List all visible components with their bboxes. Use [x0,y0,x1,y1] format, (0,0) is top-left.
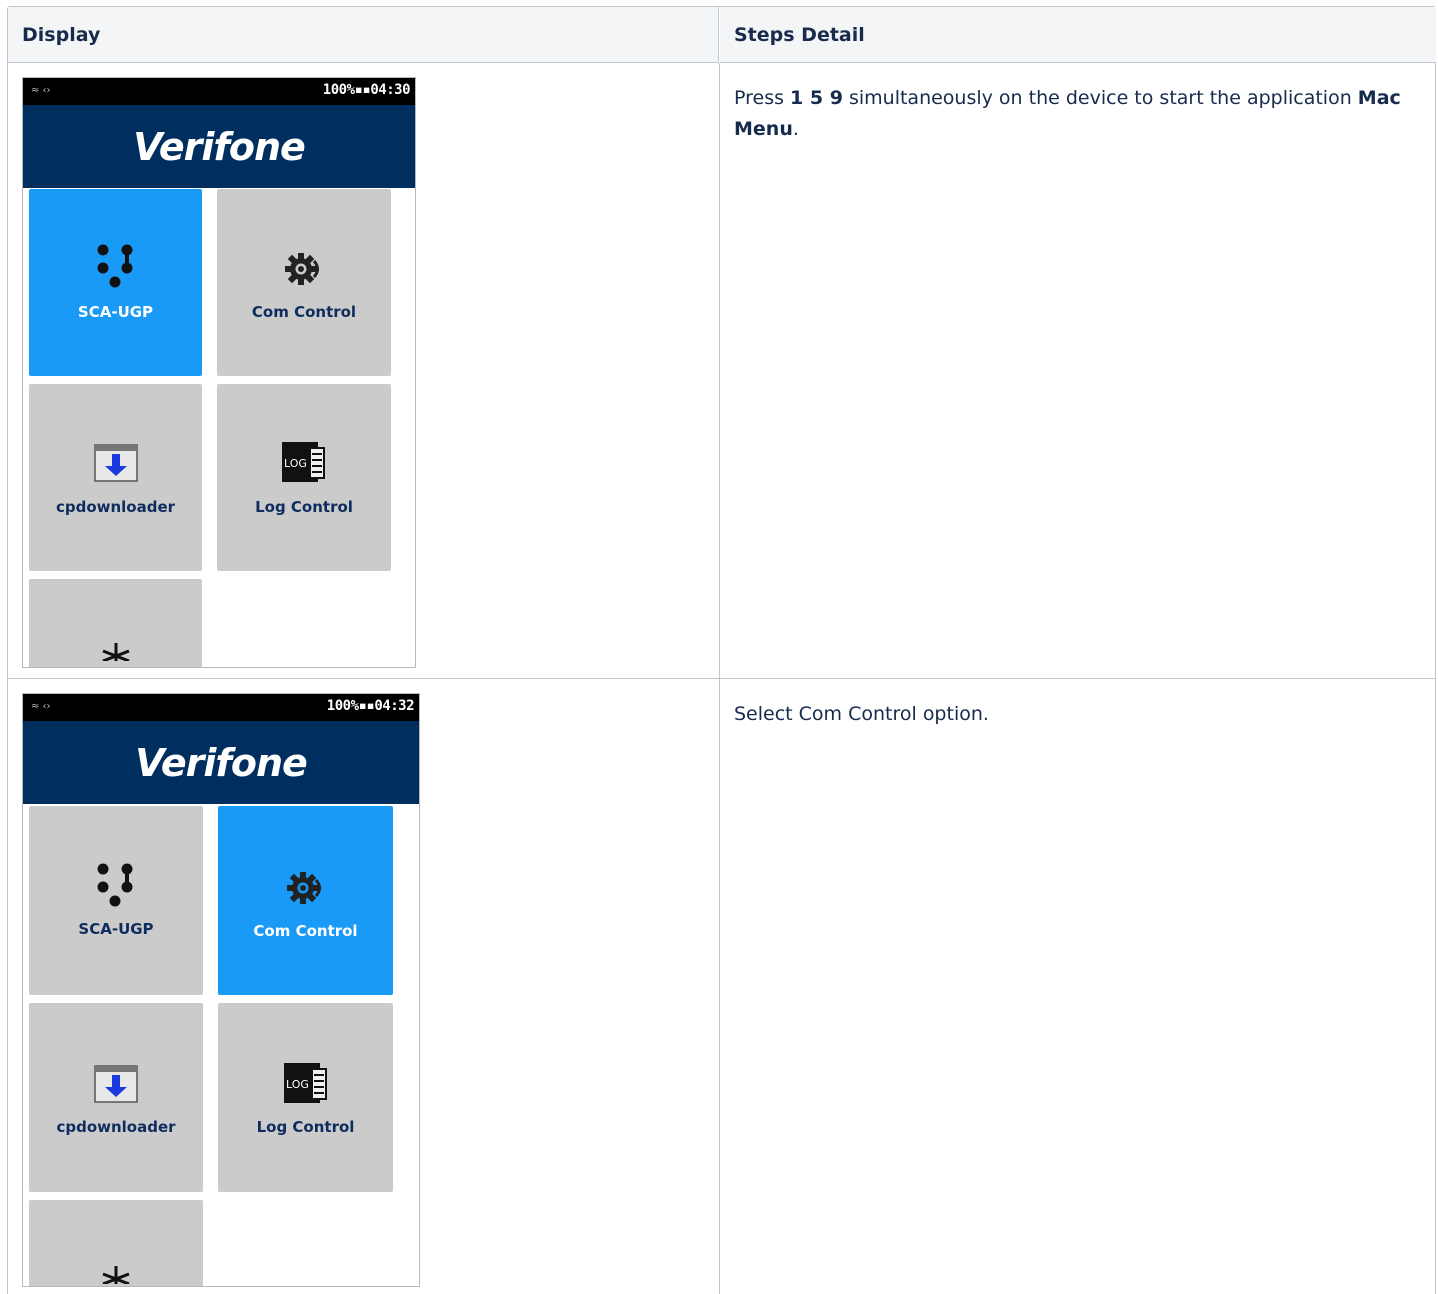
tile-partial[interactable] [29,579,202,667]
device-screenshot: ≈ ‹› 100%▪▪04:30 Verifone SCA-UGP Com Co… [22,77,416,668]
tile-partial[interactable] [29,1200,203,1286]
steps-table: Display Steps Detail ≈ ‹› 100%▪▪04:30 Ve… [7,6,1436,1294]
tile-cpdownloader[interactable]: cpdownloader [29,384,202,571]
steps-detail-cell: Select Com Control option. [720,679,1435,1294]
status-battery-time: 100%▪▪04:32 [326,698,415,714]
tile-sca-ugp[interactable]: SCA-UGP [29,806,203,995]
display-cell: ≈ ‹› 100%▪▪04:30 Verifone SCA-UGP Com Co… [8,63,720,678]
download-icon [94,1065,138,1103]
partial-gear-icon [102,1266,130,1284]
svg-text:LOG: LOG [286,1078,309,1091]
download-icon [93,444,138,482]
keys-label: 1 5 9 [790,87,843,109]
verifone-logo: Verifone [133,125,306,169]
gear-signal-icon [285,253,319,285]
tile-label: Log Control [255,498,353,516]
tile-com-control[interactable]: Com Control [217,189,391,376]
step-instruction: Press 1 5 9 simultaneously on the device… [734,87,1401,140]
brand-bar: Verifone [23,721,419,804]
log-book-icon: LOG [282,442,325,482]
tile-log-control[interactable]: LOG Log Control [218,1003,393,1192]
step-instruction: Select Com Control option. [734,703,989,725]
tile-log-control[interactable]: LOG Log Control [217,384,391,571]
status-bar: ≈ ‹› 100%▪▪04:30 [23,78,415,105]
status-connectivity-icons: ≈ ‹› [31,85,51,96]
tile-com-control[interactable]: Com Control [218,806,393,995]
brand-bar: Verifone [23,105,415,188]
status-connectivity-icons: ≈ ‹› [31,701,51,712]
table-row: ≈ ‹› 100%▪▪04:30 Verifone SCA-UGP Com Co… [8,63,1435,679]
tile-label: Log Control [256,1118,355,1136]
partial-gear-icon [101,643,130,661]
display-cell: ≈ ‹› 100%▪▪04:32 Verifone SCA-UGP Com Co… [8,679,720,1294]
tile-label: SCA-UGP [77,303,154,321]
device-screenshot: ≈ ‹› 100%▪▪04:32 Verifone SCA-UGP Com Co… [22,693,420,1287]
tile-label: Com Control [253,922,358,940]
column-header-display: Display [8,7,719,63]
tile-sca-ugp[interactable]: SCA-UGP [29,189,202,376]
svg-text:LOG: LOG [284,457,307,470]
steps-detail-cell: Press 1 5 9 simultaneously on the device… [720,63,1435,678]
tile-label: Com Control [251,303,357,321]
table-row: ≈ ‹› 100%▪▪04:32 Verifone SCA-UGP Com Co… [8,679,1435,1294]
sca-ugp-icon [97,244,132,288]
gear-signal-icon [286,872,321,904]
verifone-logo: Verifone [135,741,308,785]
tile-label: cpdownloader [55,498,176,516]
log-book-icon: LOG [283,1063,327,1103]
status-battery-time: 100%▪▪04:30 [322,82,411,98]
tile-label: SCA-UGP [78,920,154,938]
tile-cpdownloader[interactable]: cpdownloader [29,1003,203,1192]
status-bar: ≈ ‹› 100%▪▪04:32 [23,694,419,721]
sca-ugp-icon [97,863,133,907]
tile-label: cpdownloader [56,1118,176,1136]
column-header-steps-detail: Steps Detail [720,7,1436,63]
